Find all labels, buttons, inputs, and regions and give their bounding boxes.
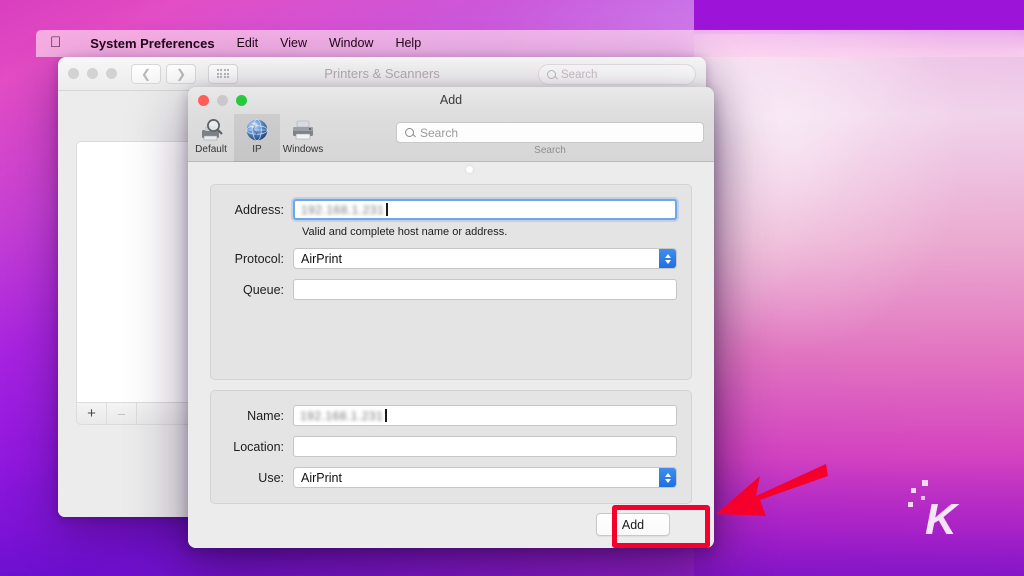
name-row: Name: 192.168.1.231 [211,405,677,426]
ip-globe-icon [244,116,270,144]
location-input[interactable] [293,436,677,457]
address-settings-group: Address: 192.168.1.231 Valid and complet… [210,184,692,380]
add-dialog-title-bar: Add [188,87,714,114]
minimize-button-inactive[interactable] [87,68,98,79]
add-printer-button[interactable]: + [77,403,107,424]
chevron-left-icon[interactable]: ❮ [131,63,161,84]
close-button-inactive[interactable] [68,68,79,79]
prefs-search-input[interactable]: Search [538,64,696,85]
chevron-right-icon[interactable]: ❯ [166,63,196,84]
use-select[interactable]: AirPrint [293,467,677,488]
prefs-title-bar: ❮ ❯ Printers & Scanners Search [58,57,706,91]
tab-ip[interactable]: IP [234,114,280,162]
tab-ip-label: IP [252,144,262,155]
address-row: Address: 192.168.1.231 [211,199,677,220]
name-input[interactable]: 192.168.1.231 [293,405,677,426]
protocol-select[interactable]: AirPrint [293,248,677,269]
name-value: 192.168.1.231 [300,408,384,423]
add-dialog-search-input[interactable]: Search [396,122,704,143]
add-dialog-footer: Add [210,504,692,548]
apple-logo-icon[interactable]:  [50,35,61,52]
location-label: Location: [233,439,284,454]
location-row: Location: [211,436,677,457]
prefs-traffic-lights [68,68,117,79]
protocol-value: AirPrint [301,251,342,266]
grid-view-icon[interactable] [208,63,238,84]
wallpaper-right-band [694,0,1024,576]
tab-default-label: Default [195,144,227,155]
search-icon [547,70,556,79]
address-label: Address: [234,202,284,217]
queue-label: Queue: [242,282,284,297]
address-value: 192.168.1.231 [301,202,385,217]
minimize-button[interactable] [217,95,228,106]
menu-item-help[interactable]: Help [384,34,432,53]
queue-input[interactable] [293,279,677,300]
use-row: Use: AirPrint [211,467,677,488]
menu-item-view[interactable]: View [269,34,318,53]
address-hint: Valid and complete host name or address. [302,226,508,238]
search-icon [405,128,414,137]
protocol-label: Protocol: [234,251,284,266]
menu-item-system-preferences[interactable]: System Preferences [79,34,225,53]
protocol-row: Protocol: AirPrint [211,248,677,269]
add-printer-dialog: Add Default IP Windows Search Search Add… [188,87,714,548]
add-dialog-traffic-lights [198,95,247,106]
tab-windows-label: Windows [282,144,324,155]
zoom-button[interactable] [236,95,247,106]
text-caret [386,203,388,216]
search-caption: Search [534,145,566,156]
close-button[interactable] [198,95,209,106]
default-printer-icon [197,116,225,144]
desktop-wallpaper:  System Preferences Edit View Window He… [0,0,1024,576]
name-label: Name: [247,408,284,423]
add-dialog-title: Add [439,93,463,107]
remove-printer-button[interactable]: – [107,403,137,424]
add-dialog-body: Address: 192.168.1.231 Valid and complet… [188,162,714,548]
queue-row: Queue: [211,279,677,300]
progress-dot-indicator [466,166,473,173]
toolbar-search-wrap: Search [396,122,704,143]
text-caret [385,409,387,422]
windows-printer-icon [289,116,317,144]
menu-item-edit[interactable]: Edit [226,34,270,53]
printer-identity-group: Name: 192.168.1.231 Location: Use: AirPr… [210,390,692,504]
use-value: AirPrint [301,470,342,485]
zoom-button-inactive[interactable] [106,68,117,79]
tab-windows[interactable]: Windows [280,114,326,162]
add-dialog-search-placeholder: Search [420,125,459,140]
menu-bar:  System Preferences Edit View Window He… [36,30,1024,57]
prefs-search-placeholder: Search [561,68,598,81]
nav-buttons: ❮ ❯ [131,63,196,84]
tab-default[interactable]: Default [188,114,234,162]
address-input[interactable]: 192.168.1.231 [293,199,677,220]
chevron-updown-icon[interactable] [659,468,676,487]
add-dialog-toolbar: Default IP Windows Search Search [188,114,714,162]
chevron-updown-icon[interactable] [659,249,676,268]
use-label: Use: [258,470,284,485]
add-button[interactable]: Add [596,513,670,536]
menu-item-window[interactable]: Window [318,34,384,53]
